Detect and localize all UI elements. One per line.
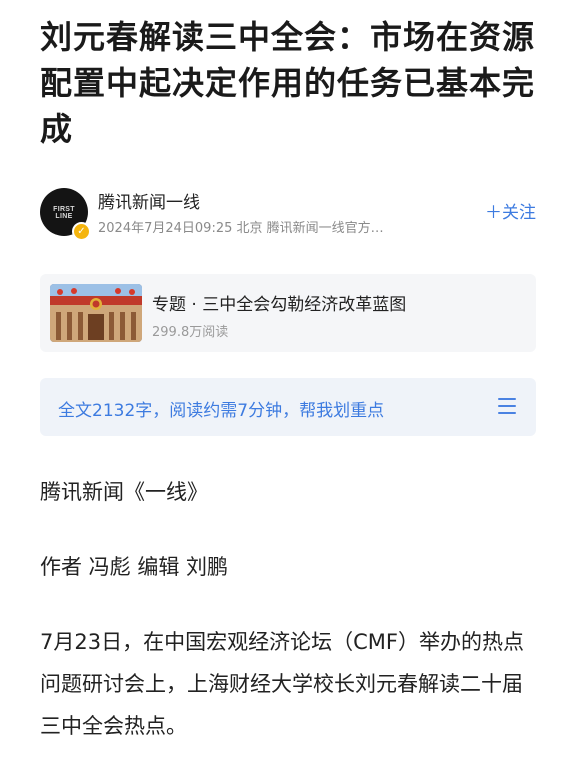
topic-title: 专题 · 三中全会勾勒经济改革蓝图 [152,295,407,315]
ai-summary-bar[interactable]: 全文2132字，阅读约需7分钟，帮我划重点 [40,378,536,436]
article-byline: 作者 冯彪 编辑 刘鹏 [40,555,229,579]
follow-button[interactable]: ＋关注 [485,198,536,223]
avatar[interactable]: FIRST LINE ✓ [40,188,91,241]
article-paragraph: 7月23日，在中国宏观经济论坛（CMF）举办的热点问题研讨会上，上海财经大学校长… [40,630,524,738]
article-page: 刘元春解读三中全会：市场在资源配置中起决定作用的任务已基本完成 FIRST LI… [0,0,576,758]
author-row: FIRST LINE ✓ 腾讯新闻一线 2024年7月24日09:25 北京 腾… [40,186,536,242]
summary-text: 全文2132字，阅读约需7分钟，帮我划重点 [58,401,385,421]
author-meta: 2024年7月24日09:25 北京 腾讯新闻一线官方… [98,221,384,236]
topic-card[interactable]: 专题 · 三中全会勾勒经济改革蓝图 299.8万阅读 [40,274,536,352]
topic-thumbnail [50,284,142,342]
author-name[interactable]: 腾讯新闻一线 [98,188,200,213]
menu-icon[interactable] [498,398,516,414]
topic-read-count: 299.8万阅读 [152,325,229,340]
verified-badge-icon: ✓ [72,222,91,241]
avatar-logo-text: FIRST LINE [53,206,75,220]
article-source: 腾讯新闻《一线》 [40,480,208,504]
article-title: 刘元春解读三中全会：市场在资源配置中起决定作用的任务已基本完成 [40,18,536,148]
great-hall-image [50,284,142,342]
